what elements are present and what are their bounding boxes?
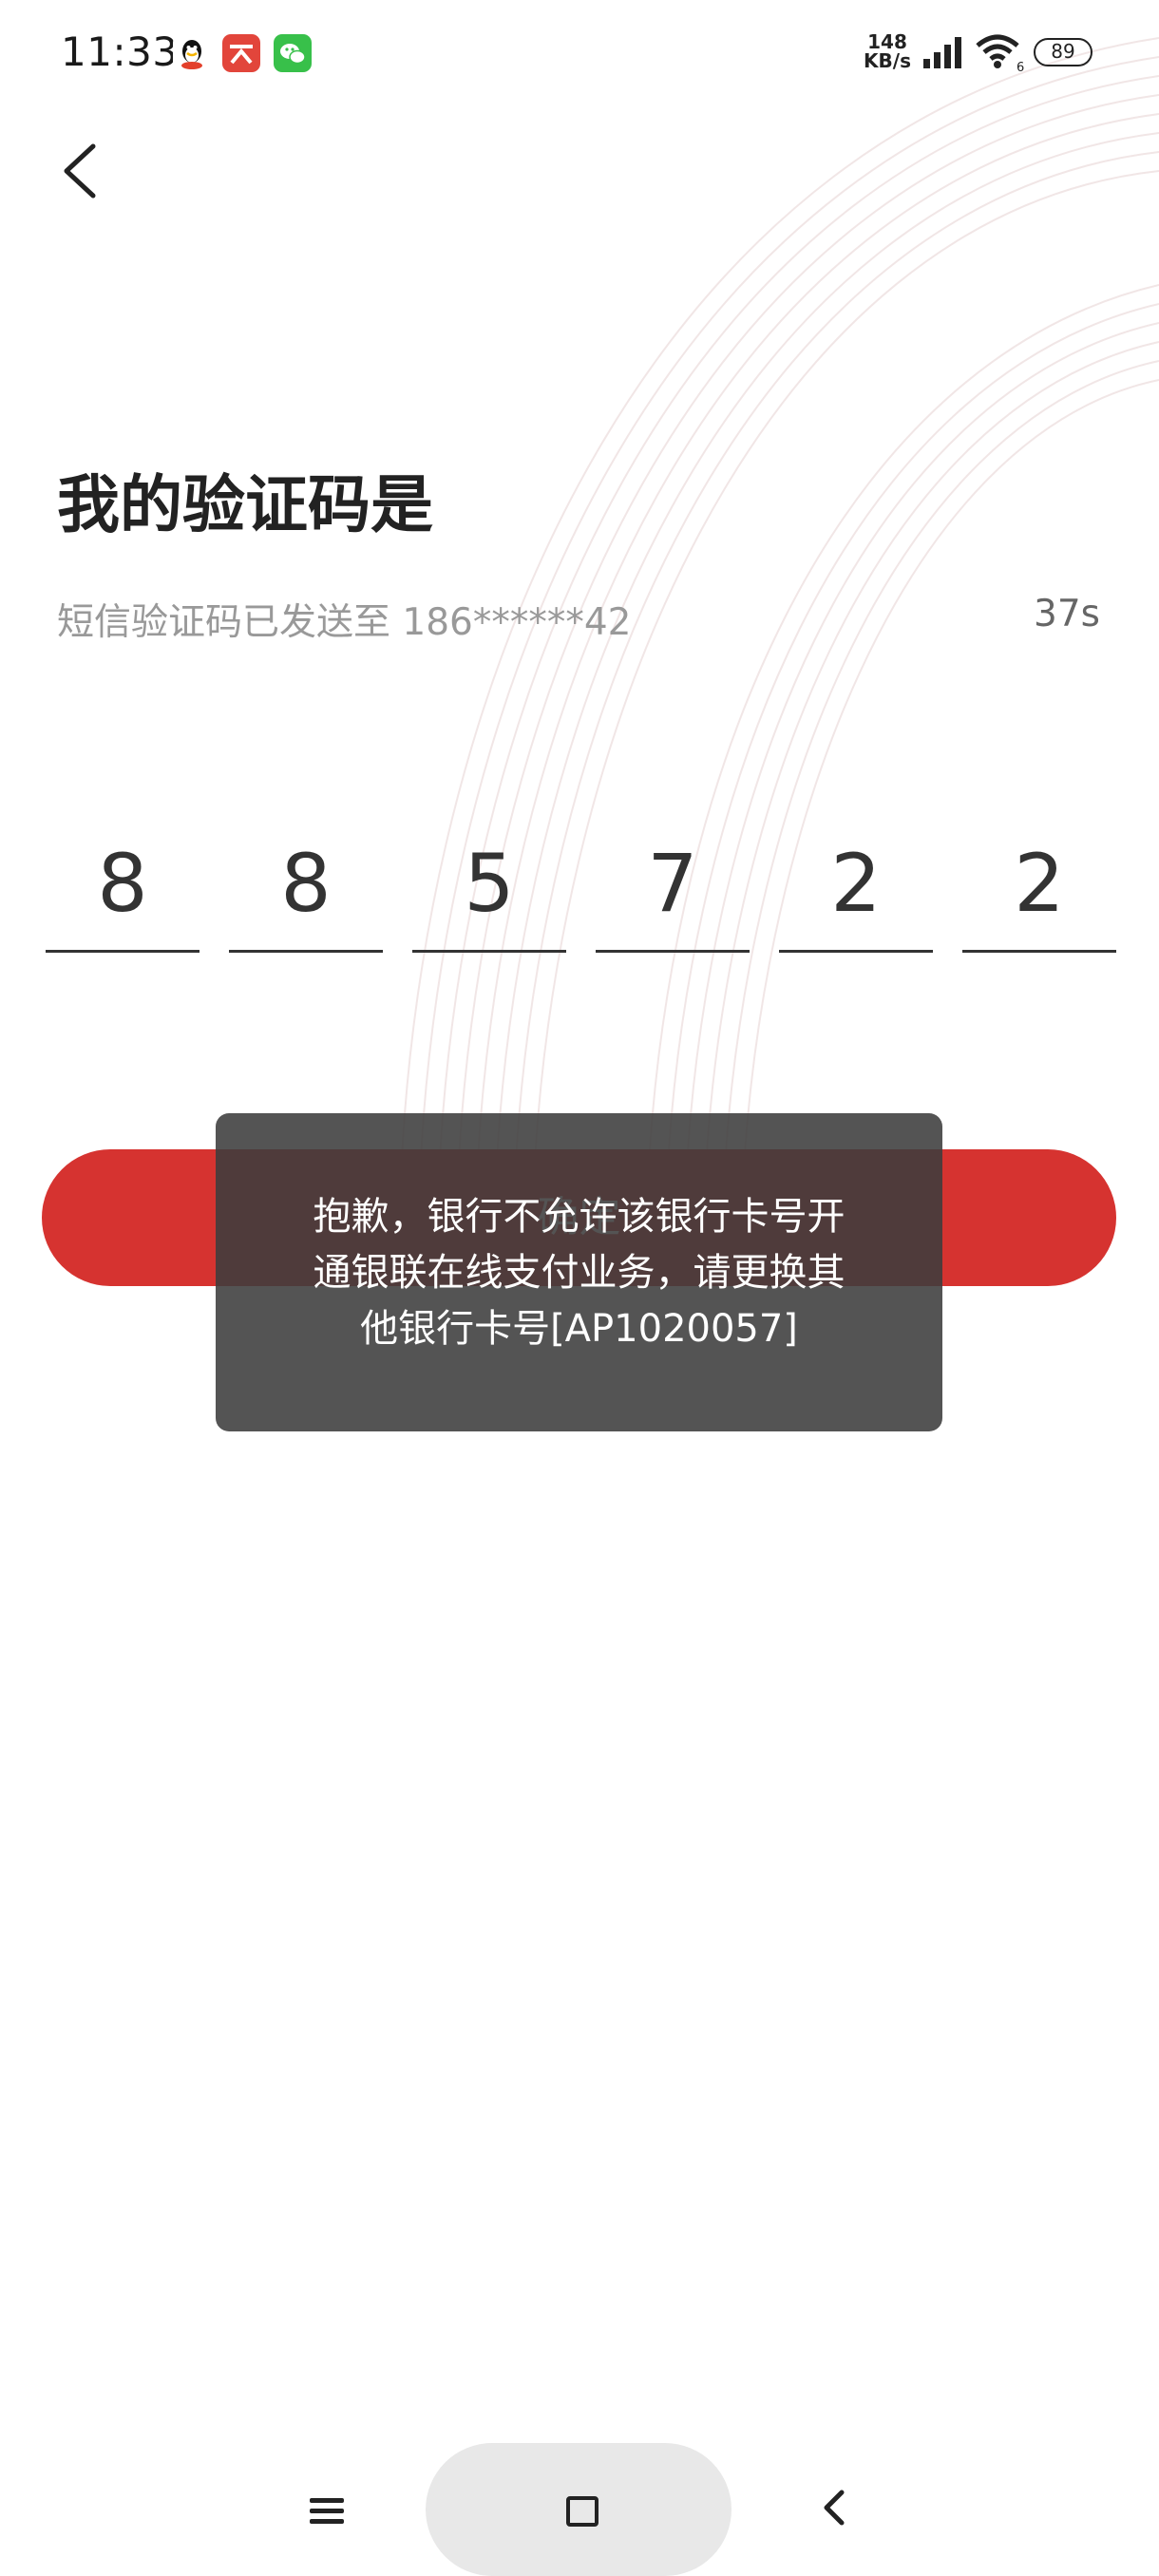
toast-line-1: 抱歉，银行不允许该银行卡号开: [313, 1195, 846, 1239]
home-square-icon: [566, 2496, 598, 2527]
system-nav-bar: [0, 2432, 1159, 2576]
resend-countdown[interactable]: 37s: [1034, 593, 1100, 635]
battery-indicator: 89: [1034, 38, 1092, 66]
error-toast: 抱歉，银行不允许该银行卡号开 通银联在线支付业务，请更换其 他银行卡号[AP10…: [216, 1113, 942, 1431]
wifi-icon: 6: [976, 34, 1024, 72]
menu-icon: [310, 2498, 344, 2524]
network-speed: 148 KB/s: [864, 30, 911, 72]
code-digit-2[interactable]: 8: [229, 817, 383, 953]
chevron-left-icon: [64, 143, 96, 199]
status-time: 11:33: [61, 28, 179, 75]
back-icon: [824, 2490, 845, 2526]
page-title: 我的验证码是: [57, 468, 433, 541]
toast-line-2: 通银联在线支付业务，请更换其: [313, 1251, 846, 1295]
toast-line-3: 他银行卡号[AP1020057]: [360, 1307, 798, 1351]
sms-sent-hint: 短信验证码已发送至 186******42: [57, 601, 632, 644]
code-digit-3[interactable]: 5: [412, 817, 566, 953]
code-input-row[interactable]: 8 8 5 7 2 2: [46, 817, 1117, 955]
back-button[interactable]: [53, 133, 106, 209]
code-digit-5[interactable]: 2: [779, 817, 933, 953]
code-digit-1[interactable]: 8: [46, 817, 200, 953]
svg-text:6: 6: [1016, 61, 1024, 72]
home-button[interactable]: [426, 2443, 732, 2576]
status-bar: 11:33 148 KB/s 6 89: [0, 0, 1159, 114]
code-digit-4[interactable]: 7: [596, 817, 750, 953]
system-back-button[interactable]: [809, 2481, 863, 2534]
code-digit-6[interactable]: 2: [962, 817, 1116, 953]
menu-button[interactable]: [300, 2485, 353, 2538]
red-app-icon: [222, 34, 260, 72]
wechat-icon: [274, 34, 312, 72]
qq-icon: [173, 34, 211, 72]
signal-icon: [923, 37, 961, 68]
